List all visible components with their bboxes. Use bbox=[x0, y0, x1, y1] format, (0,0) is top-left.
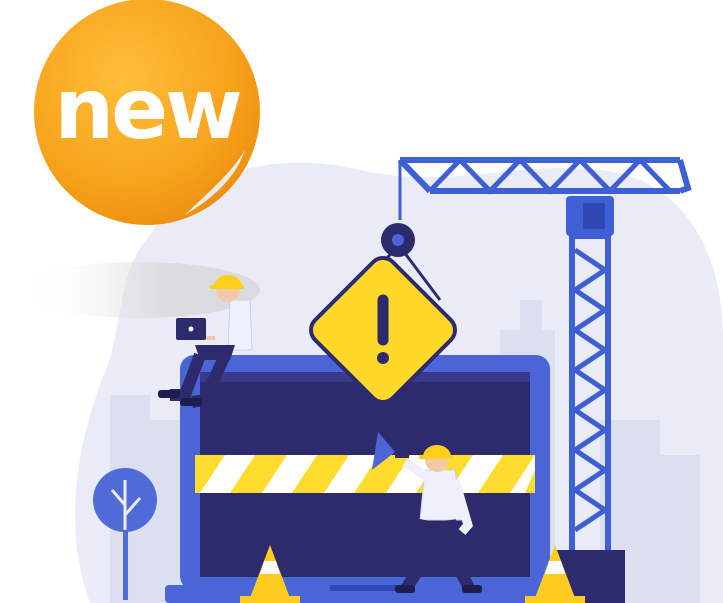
under-construction-illustration: new bbox=[20, 0, 723, 603]
new-badge: new bbox=[34, 0, 260, 225]
badge-label: new bbox=[54, 60, 240, 158]
caution-tape bbox=[195, 455, 535, 493]
